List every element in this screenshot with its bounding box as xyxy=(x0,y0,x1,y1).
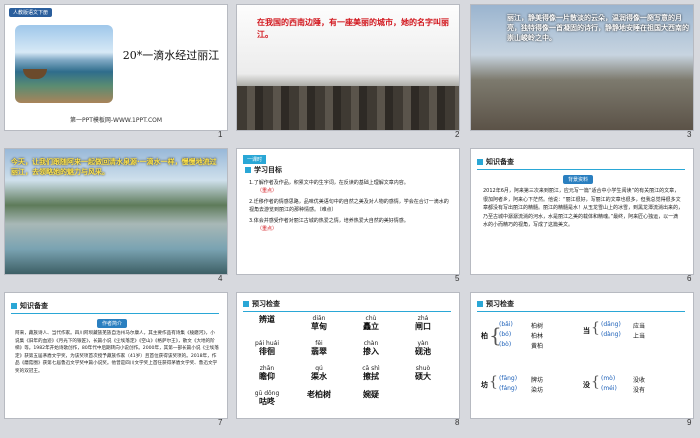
slide-5-thumbnail[interactable]: 一课时 学习目标 1.了解作者及作品，积累文中的生字词，在反读的基础上理解文章内… xyxy=(237,149,459,274)
lesson-tab: 一课时 xyxy=(243,155,267,164)
slide-5-heading: 学习目标 xyxy=(245,165,282,175)
polyphone-char: 没 xyxy=(583,381,590,389)
vocab-cell: chù 矗立 xyxy=(363,315,379,331)
pinyin-reading: (méi) xyxy=(601,385,617,392)
brace-icon: { xyxy=(591,320,600,336)
vocab-cell: diān 草甸 xyxy=(311,315,327,331)
polyphone-char: 当 xyxy=(583,327,590,335)
polyphone-char: 柏 xyxy=(481,332,488,340)
slide-4-thumbnail[interactable]: 今天，让我们跟随阿来一起做回清水泉源·一滴水一样，慢慢地流过丽江，去领略她的魅力… xyxy=(5,149,227,274)
vocab-cell: chàn 掺入 xyxy=(363,340,379,356)
lesson-title: 20*一滴水经过丽江 xyxy=(122,49,220,62)
vocab-cell: yàn 砚池 xyxy=(415,340,431,356)
vocab-cell: gū dōng 咕咚 xyxy=(254,390,280,406)
slide-number-3: 3 xyxy=(687,130,692,139)
slide-number-4: 4 xyxy=(218,274,223,283)
slide-3-text: 丽江，静美得像一片散淡的云朵，温润得像一阕写意的月亮，独特得像一首凝固的诗行，静… xyxy=(507,14,689,42)
lake-photo xyxy=(15,25,113,103)
vocab-cell: qú 渠水 xyxy=(311,365,327,381)
vocab-cell: cā shì 擦拭 xyxy=(362,365,380,381)
brace-icon: { xyxy=(591,374,600,390)
slide-9-heading: 预习检查 xyxy=(477,299,514,309)
old-town-photo xyxy=(237,86,459,130)
example-word: 应当 xyxy=(633,323,646,330)
slide-8-heading: 预习检查 xyxy=(243,299,280,309)
slide-1-thumbnail[interactable]: 人教版语文下册 20*一滴水经过丽江 第一PPT模板网-WWW.1PPT.COM xyxy=(5,5,227,130)
example-word: 染坊 xyxy=(531,387,544,394)
slide-number-9: 9 xyxy=(687,418,692,427)
pinyin-reading: (dāng) xyxy=(601,321,621,328)
vocab-cell: zhān 瞻仰 xyxy=(259,365,275,381)
slide-2-text: 在我国的西南边陲，有一座美丽的城市，她的名字叫丽江。 xyxy=(257,18,449,39)
slide-8-thumbnail[interactable]: 预习检查 辨道 diān 草甸 chù 矗立 zhá 闸口 pái huái 徘徊 fěi 翡翠 ch… xyxy=(237,293,459,418)
textbook-tag: 人教版语文下册 xyxy=(9,8,53,17)
slide-3-thumbnail[interactable]: 丽江，静美得像一片散淡的云朵，温润得像一阕写意的月亮，独特得像一首凝固的诗行，静… xyxy=(471,5,693,130)
pinyin-reading: (dàng) xyxy=(601,331,621,338)
vocab-cell: 辨道 xyxy=(259,315,275,324)
pinyin-reading: (fāng) xyxy=(499,375,518,382)
objectives-list: 1.了解作者及作品，积累文中的生字词，在反读的基础上理解文章内容。 （重点） 2… xyxy=(249,180,449,232)
example-word: 没收 xyxy=(633,377,646,384)
example-word: 黄柏 xyxy=(531,343,544,350)
slide-number-7: 7 xyxy=(218,418,223,427)
pinyin-reading: (bǎi) xyxy=(499,321,513,328)
example-word: 牌坊 xyxy=(531,377,544,384)
example-word: 上当 xyxy=(633,333,646,340)
slide-9-thumbnail[interactable]: 预习检查 柏{(bǎi) 柏树 (bó) 柏林 (bò) 黄柏当{(dāng) 应当 (dàn… xyxy=(471,293,693,418)
slide-6-thumbnail[interactable]: 知识备查 背景资料 2012年6月，阿来第三次来到丽江，应元写一篇“适合中小学生… xyxy=(471,149,693,274)
author-paragraph: 阿来，藏族诗人、当代作家。四川阿坝藏族羌族自治州马尔康人，其主要作品有诗集《棱磨… xyxy=(15,331,219,374)
slide-6-heading: 知识备查 xyxy=(477,157,514,167)
slide-number-5: 5 xyxy=(455,274,460,283)
vocab-cell: 老柏树 xyxy=(307,390,331,399)
site-watermark: 第一PPT模板网-WWW.1PPT.COM xyxy=(69,117,163,124)
vocab-cell: 婉疑 xyxy=(363,390,379,399)
example-word: 柏树 xyxy=(531,323,544,330)
slide-number-8: 8 xyxy=(455,418,460,427)
slide-2-thumbnail[interactable]: 在我国的西南边陲，有一座美丽的城市，她的名字叫丽江。 xyxy=(237,5,459,130)
slide-4-text: 今天，让我们跟随阿来一起做回清水泉源·一滴水一样，慢慢地流过丽江，去领略她的魅力… xyxy=(11,158,217,176)
background-paragraph: 2012年6月，阿来第三次来到丽江，应元写一篇“适合中小学生阅读”的有关丽江的文… xyxy=(483,188,684,228)
example-word: 没有 xyxy=(633,387,646,394)
pinyin-reading: (fáng) xyxy=(499,385,518,392)
pinyin-reading: (bó) xyxy=(499,331,512,338)
vocab-cell: pái huái 徘徊 xyxy=(254,340,279,356)
brace-icon: { xyxy=(489,374,498,390)
slide-number-2: 2 xyxy=(455,130,460,139)
author-badge: 作者简介 xyxy=(97,319,128,328)
example-word: 柏林 xyxy=(531,333,544,340)
slide-7-thumbnail[interactable]: 知识备查 作者简介 阿来，藏族诗人、当代作家。四川阿坝藏族羌族自治州马尔康人，其… xyxy=(5,293,227,418)
slide-number-6: 6 xyxy=(687,274,692,283)
vocab-cell: shuò 硕大 xyxy=(415,365,431,381)
background-badge: 背景资料 xyxy=(563,175,594,184)
slide-number-1: 1 xyxy=(218,130,223,139)
pinyin-reading: (mò) xyxy=(601,375,616,382)
pinyin-reading: (bò) xyxy=(499,341,512,348)
vocab-cell: fěi 翡翠 xyxy=(311,340,327,356)
polyphone-char: 坊 xyxy=(481,381,488,389)
vocab-cell: zhá 闸口 xyxy=(415,315,431,331)
slide-7-heading: 知识备查 xyxy=(11,301,48,311)
